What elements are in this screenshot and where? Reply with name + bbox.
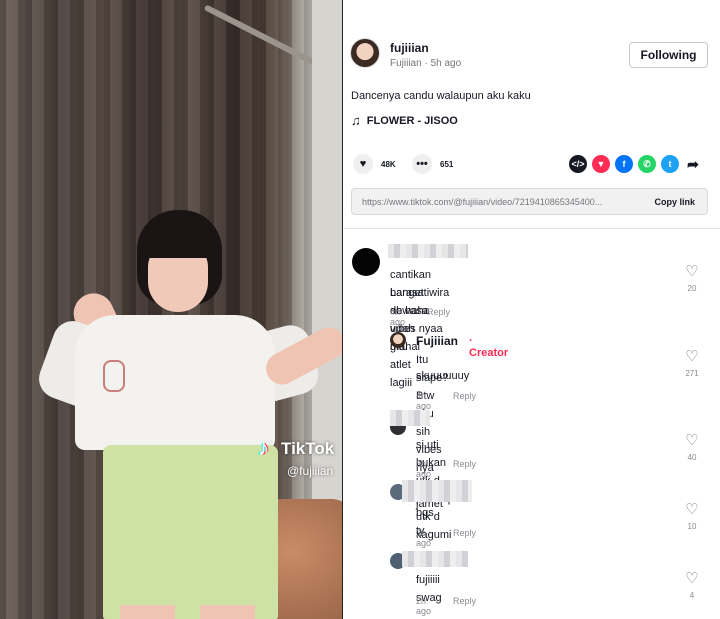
dancer-leg-right: [200, 605, 255, 619]
heart-icon[interactable]: ♥: [353, 154, 373, 174]
blurred-username: [402, 551, 468, 567]
tiktok-watermark: TikTok: [281, 439, 335, 458]
comment-text: skuuuuuuy: [416, 370, 470, 382]
like-count: 48K: [381, 159, 396, 169]
embed-icon[interactable]: </>: [569, 155, 587, 173]
comment-like[interactable]: ♡ 271: [682, 349, 702, 379]
comment-time: 4h ago: [390, 307, 406, 327]
heart-outline-icon[interactable]: ♡: [682, 433, 702, 449]
video-caption: Dancenya candu walaupun aku kaku: [351, 90, 531, 102]
creator-label: Creator: [469, 347, 509, 359]
heart-outline-icon[interactable]: ♡: [682, 264, 702, 280]
music-link[interactable]: ♫ FLOWER - JISOO: [351, 113, 458, 128]
reply-button[interactable]: Reply: [427, 307, 450, 327]
reply-button[interactable]: Reply: [453, 391, 476, 411]
comment-time: 4h ago: [416, 391, 432, 411]
tiktok-logo-icon: ♪: [258, 435, 269, 460]
heart-outline-icon[interactable]: ♡: [682, 349, 702, 365]
music-note-icon: ♫: [351, 113, 361, 128]
heart-outline-icon[interactable]: ♡: [682, 502, 702, 518]
comment-like-count: 40: [687, 453, 697, 462]
reply-button[interactable]: Reply: [453, 596, 476, 616]
send-to-friends-icon[interactable]: ▼: [592, 155, 610, 173]
video-link-url[interactable]: https://www.tiktok.com/@fujiiian/video/7…: [362, 197, 602, 207]
comment-icon[interactable]: •••: [412, 154, 432, 174]
creator-badge: · Creator: [469, 335, 509, 359]
copy-link-button[interactable]: Copy link: [654, 197, 695, 207]
comment-meta: 2h ago Reply: [416, 596, 476, 616]
comment-stat[interactable]: ••• 651: [412, 154, 453, 174]
comment-time: 3h ago: [416, 528, 432, 548]
comment-like-count: 271: [685, 369, 699, 378]
reply-button[interactable]: Reply: [453, 528, 476, 548]
comment-like[interactable]: ♡ 10: [682, 502, 702, 532]
twitter-icon[interactable]: t: [661, 155, 679, 173]
blurred-username: [402, 480, 472, 502]
comment-like[interactable]: ♡ 20: [682, 264, 702, 294]
comment-time: 3h ago: [416, 459, 432, 479]
facebook-icon[interactable]: f: [615, 155, 633, 173]
creator-avatar[interactable]: [390, 332, 406, 348]
dancer-shorts: [103, 445, 278, 619]
music-title: FLOWER - JISOO: [366, 114, 458, 127]
watermark-username: @fujiiian: [287, 464, 334, 478]
comment-meta: 4h ago Reply: [390, 307, 450, 327]
share-row: </> ▼ f ✆ t ➦: [569, 155, 702, 173]
comment-meta: 3h ago Reply: [416, 459, 476, 479]
comment-like[interactable]: ♡ 4: [682, 571, 702, 601]
comment-meta: 4h ago Reply: [416, 391, 476, 411]
comment-like-count: 4: [689, 591, 695, 600]
comment-count: 651: [440, 159, 454, 169]
commenter-avatar[interactable]: [352, 248, 380, 276]
comment-meta: 3h ago Reply: [416, 528, 476, 548]
divider: [344, 228, 720, 229]
video-link-box: https://www.tiktok.com/@fujiiian/video/7…: [351, 188, 708, 215]
details-panel: fujiiian Fujiiian · 5h ago Following Dan…: [344, 0, 720, 619]
share-more-icon[interactable]: ➦: [684, 155, 702, 173]
whatsapp-icon[interactable]: ✆: [638, 155, 656, 173]
like-stat[interactable]: ♥ 48K: [353, 154, 396, 174]
comment-like[interactable]: ♡ 40: [682, 433, 702, 463]
blurred-username: [388, 244, 468, 258]
creator-name[interactable]: Fujiiian: [416, 334, 458, 348]
following-button[interactable]: Following: [629, 42, 708, 68]
comment-time: 2h ago: [416, 596, 432, 616]
shirt-print: [103, 360, 125, 392]
author-meta: Fujiiian · 5h ago: [390, 58, 462, 69]
author-name[interactable]: fujiiian: [390, 41, 429, 55]
dancer-bangs: [143, 228, 213, 258]
video-player[interactable]: ♪ TikTok @fujiiian: [0, 0, 343, 619]
dancer-leg-left: [120, 605, 175, 619]
comment-like-count: 10: [687, 522, 697, 531]
reply-button[interactable]: Reply: [453, 459, 476, 479]
blurred-username: [390, 410, 430, 426]
dancer: [33, 210, 342, 619]
comment-like-count: 20: [687, 284, 697, 293]
heart-outline-icon[interactable]: ♡: [682, 571, 702, 587]
author-avatar[interactable]: [350, 38, 380, 68]
